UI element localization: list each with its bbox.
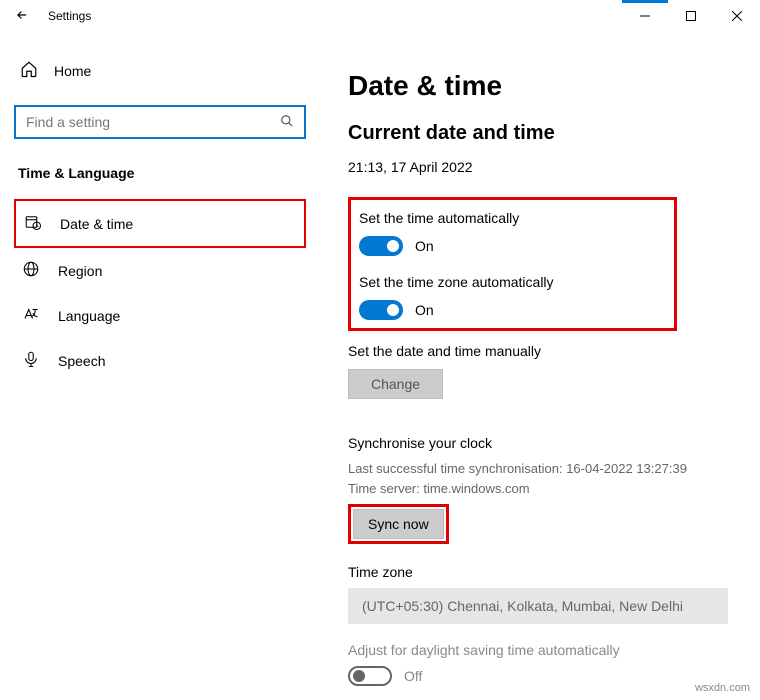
back-button[interactable] — [8, 8, 36, 25]
auto-time-label: Set the time automatically — [359, 210, 554, 226]
auto-tz-toggle[interactable] — [359, 300, 403, 320]
maximize-button[interactable] — [668, 0, 714, 32]
timezone-select[interactable]: (UTC+05:30) Chennai, Kolkata, Mumbai, Ne… — [348, 588, 728, 624]
sync-header: Synchronise your clock — [348, 435, 732, 451]
search-input[interactable] — [26, 114, 280, 130]
highlight-auto-settings: Set the time automatically On Set the ti… — [348, 197, 677, 331]
current-datetime-value: 21:13, 17 April 2022 — [348, 159, 732, 175]
minimize-button[interactable] — [622, 0, 668, 32]
nav-region[interactable]: Region — [14, 248, 306, 293]
auto-time-state: On — [415, 238, 434, 254]
window-controls — [622, 0, 760, 32]
nav-speech[interactable]: Speech — [14, 338, 306, 383]
sync-last-line: Last successful time synchronisation: 16… — [348, 459, 732, 479]
change-button[interactable]: Change — [348, 369, 443, 399]
nav-date-time[interactable]: Date & time — [14, 199, 306, 248]
nav-label: Language — [58, 308, 120, 324]
language-icon — [22, 305, 40, 326]
sidebar: Home Time & Language Date & time Region — [0, 32, 320, 700]
auto-time-toggle[interactable] — [359, 236, 403, 256]
dst-label: Adjust for daylight saving time automati… — [348, 642, 732, 658]
sync-now-button[interactable]: Sync now — [353, 509, 444, 539]
window-title: Settings — [48, 9, 91, 23]
globe-icon — [22, 260, 40, 281]
home-nav[interactable]: Home — [14, 52, 306, 89]
watermark: wsxdn.com — [695, 682, 750, 694]
nav-label: Region — [58, 263, 102, 279]
titlebar: Settings — [0, 0, 760, 32]
nav-label: Date & time — [60, 216, 133, 232]
auto-tz-label: Set the time zone automatically — [359, 274, 554, 290]
home-label: Home — [54, 63, 91, 79]
nav-label: Speech — [58, 353, 105, 369]
highlight-sync: Sync now — [348, 504, 449, 544]
category-header: Time & Language — [14, 165, 306, 181]
page-title: Date & time — [348, 70, 732, 102]
close-button[interactable] — [714, 0, 760, 32]
search-box[interactable] — [14, 105, 306, 139]
current-datetime-header: Current date and time — [348, 122, 732, 145]
main-content: Date & time Current date and time 21:13,… — [320, 32, 760, 700]
dst-state: Off — [404, 668, 422, 684]
clock-calendar-icon — [24, 213, 42, 234]
timezone-header: Time zone — [348, 564, 732, 580]
microphone-icon — [22, 350, 40, 371]
timezone-value: (UTC+05:30) Chennai, Kolkata, Mumbai, Ne… — [362, 598, 683, 614]
nav-language[interactable]: Language — [14, 293, 306, 338]
auto-tz-state: On — [415, 302, 434, 318]
search-icon — [280, 114, 294, 131]
sync-server-line: Time server: time.windows.com — [348, 479, 732, 499]
dst-toggle — [348, 666, 392, 686]
manual-datetime-label: Set the date and time manually — [348, 343, 732, 359]
home-icon — [20, 60, 38, 81]
